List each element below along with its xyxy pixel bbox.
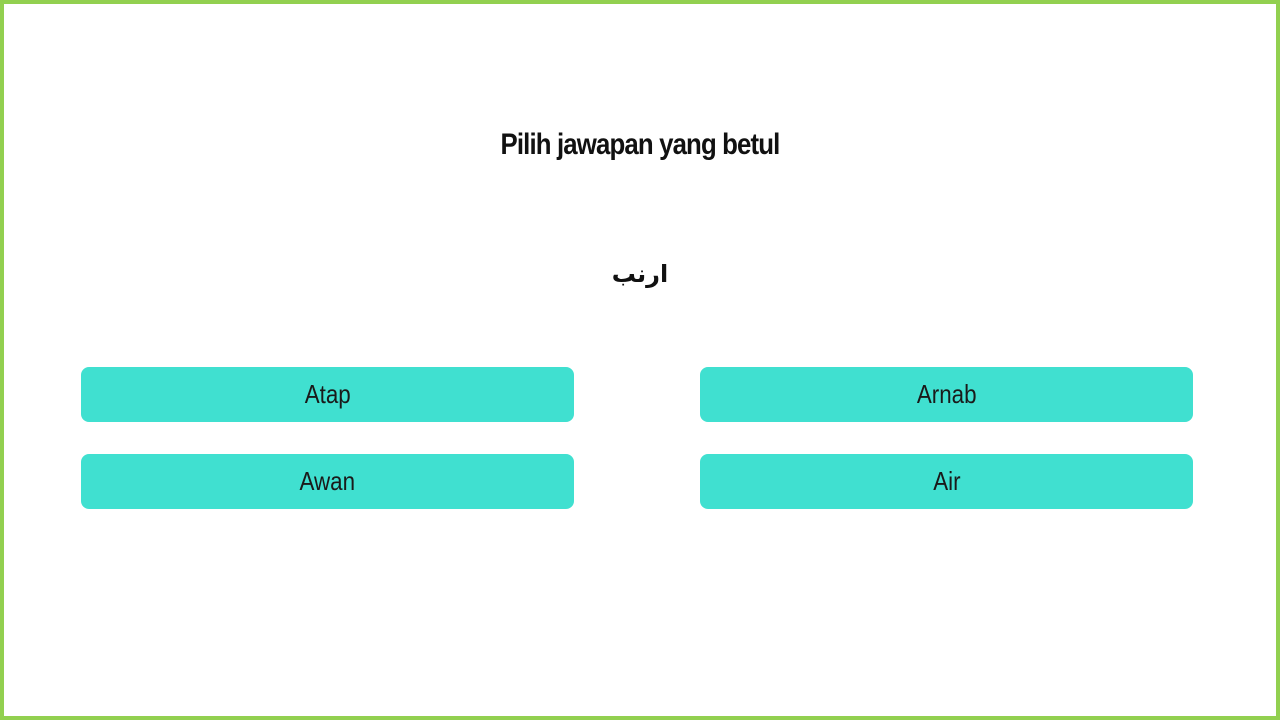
question-word: ارنب bbox=[611, 260, 669, 288]
answer-label: Awan bbox=[299, 466, 356, 496]
answer-button-3[interactable]: Awan bbox=[81, 454, 574, 509]
instruction-title: Pilih jawapan yang betul bbox=[500, 128, 781, 161]
answer-button-1[interactable]: Atap bbox=[81, 367, 574, 422]
answer-button-4[interactable]: Air bbox=[700, 454, 1193, 509]
quiz-frame: Pilih jawapan yang betul ارنب Atap Arnab… bbox=[0, 0, 1280, 720]
answer-options: Atap Arnab Awan Air bbox=[81, 367, 1193, 509]
answer-label: Atap bbox=[304, 379, 351, 409]
answer-button-2[interactable]: Arnab bbox=[700, 367, 1193, 422]
answer-label: Arnab bbox=[916, 379, 977, 409]
answer-label: Air bbox=[932, 466, 961, 496]
